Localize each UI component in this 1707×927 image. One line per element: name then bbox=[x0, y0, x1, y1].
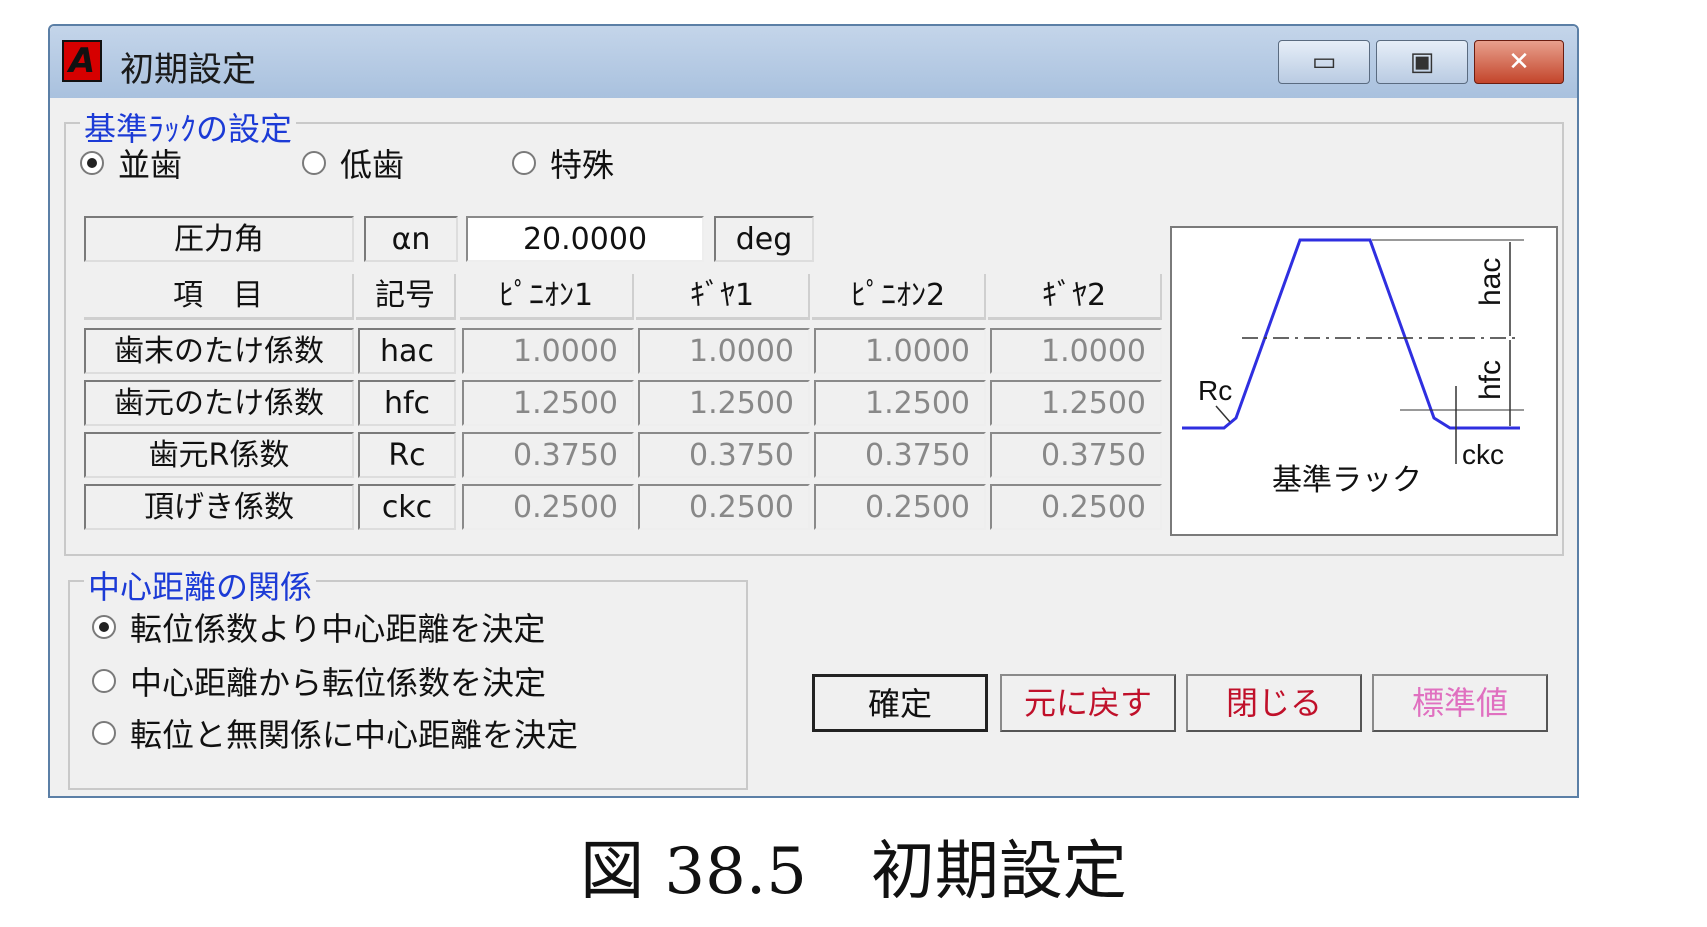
input-rc-gear1[interactable]: 0.3750 bbox=[638, 432, 810, 478]
header-gear1: ｷﾞﾔ1 bbox=[636, 274, 810, 320]
header-pinion1: ﾋﾟﾆｵﾝ1 bbox=[460, 274, 634, 320]
confirm-button[interactable]: 確定 bbox=[812, 674, 988, 732]
input-hfc-pinion1[interactable]: 1.2500 bbox=[462, 380, 634, 426]
pressure-angle-symbol: αn bbox=[364, 216, 458, 262]
label-rc: Rc bbox=[1198, 375, 1232, 406]
radio-unselected-icon bbox=[92, 721, 116, 745]
pressure-angle-unit: deg bbox=[714, 216, 814, 262]
input-hfc-pinion2[interactable]: 1.2500 bbox=[814, 380, 986, 426]
row-label-addendum: 歯末のたけ係数 bbox=[84, 328, 354, 374]
label-ckc: ckc bbox=[1462, 439, 1504, 470]
input-ckc-gear1[interactable]: 0.2500 bbox=[638, 484, 810, 530]
minimize-button[interactable]: ▭ bbox=[1278, 40, 1370, 84]
pressure-angle-input[interactable]: 20.0000 bbox=[466, 216, 704, 262]
input-ckc-pinion1[interactable]: 0.2500 bbox=[462, 484, 634, 530]
rack-tooth-profile bbox=[1182, 238, 1520, 430]
basic-rack-diagram: hac hfc Rc ckc 基準ラック bbox=[1170, 226, 1558, 536]
radio-unselected-icon bbox=[302, 151, 326, 175]
header-gear2: ｷﾞﾔ2 bbox=[988, 274, 1162, 320]
radio-normal-tooth[interactable]: 並歯 bbox=[80, 140, 182, 186]
center-distance-group: 中心距離の関係 転位係数より中心距離を決定 中心距離から転位係数を決定 転位と無… bbox=[68, 562, 748, 790]
radio-label: 特殊 bbox=[550, 146, 615, 184]
dialog-window: A 初期設定 ▭ ▣ ✕ 基準ﾗｯｸの設定 並歯 低歯 特殊 圧力角 αn 20… bbox=[48, 24, 1579, 798]
input-rc-pinion2[interactable]: 0.3750 bbox=[814, 432, 986, 478]
radio-label: 転位と無関係に中心距離を決定 bbox=[130, 716, 579, 754]
pressure-angle-label: 圧力角 bbox=[84, 216, 354, 262]
row-symbol-hfc: hfc bbox=[358, 380, 456, 426]
radio-selected-icon bbox=[80, 151, 104, 175]
radio-low-tooth[interactable]: 低歯 bbox=[302, 140, 404, 186]
row-symbol-ckc: ckc bbox=[358, 484, 456, 530]
radio-unselected-icon bbox=[92, 669, 116, 693]
row-label-root-radius: 歯元R係数 bbox=[84, 432, 354, 478]
row-label-clearance: 頂げき係数 bbox=[84, 484, 354, 530]
input-hac-pinion1[interactable]: 1.0000 bbox=[462, 328, 634, 374]
radio-special[interactable]: 特殊 bbox=[512, 140, 614, 186]
input-rc-gear2[interactable]: 0.3750 bbox=[990, 432, 1162, 478]
input-hac-pinion2[interactable]: 1.0000 bbox=[814, 328, 986, 374]
label-hac: hac bbox=[1474, 258, 1507, 306]
radio-selected-icon bbox=[92, 615, 116, 639]
center-distance-title: 中心距離の関係 bbox=[84, 562, 317, 608]
radio-label: 中心距離から転位係数を決定 bbox=[130, 664, 547, 702]
app-logo-icon: A bbox=[62, 40, 102, 82]
standard-value-button[interactable]: 標準値 bbox=[1372, 674, 1548, 732]
input-ckc-gear2[interactable]: 0.2500 bbox=[990, 484, 1162, 530]
close-button[interactable]: 閉じる bbox=[1186, 674, 1362, 732]
rc-leader-line bbox=[1215, 405, 1231, 423]
radio-label: 並歯 bbox=[118, 146, 183, 184]
close-window-button[interactable]: ✕ bbox=[1474, 40, 1564, 84]
window-title: 初期設定 bbox=[120, 50, 256, 90]
radio-from-shift-coefficient[interactable]: 転位係数より中心距離を決定 bbox=[92, 604, 545, 650]
row-label-dedendum: 歯元のたけ係数 bbox=[84, 380, 354, 426]
maximize-button[interactable]: ▣ bbox=[1376, 40, 1468, 84]
rack-profile-svg: hac hfc Rc ckc 基準ラック bbox=[1182, 238, 1524, 498]
input-rc-pinion1[interactable]: 0.3750 bbox=[462, 432, 634, 478]
input-hfc-gear2[interactable]: 1.2500 bbox=[990, 380, 1162, 426]
row-symbol-rc: Rc bbox=[358, 432, 456, 478]
label-hfc: hfc bbox=[1474, 360, 1507, 400]
diagram-caption: 基準ラック bbox=[1272, 463, 1422, 498]
row-symbol-hac: hac bbox=[358, 328, 456, 374]
header-symbol: 記号 bbox=[356, 274, 456, 320]
input-ckc-pinion2[interactable]: 0.2500 bbox=[814, 484, 986, 530]
header-pinion2: ﾋﾟﾆｵﾝ2 bbox=[812, 274, 986, 320]
radio-independent[interactable]: 転位と無関係に中心距離を決定 bbox=[92, 710, 578, 756]
radio-label: 転位係数より中心距離を決定 bbox=[130, 610, 546, 648]
radio-label: 低歯 bbox=[340, 146, 405, 184]
figure-caption: 図 38.5 初期設定 bbox=[580, 835, 1127, 909]
title-bar[interactable]: A 初期設定 ▭ ▣ ✕ bbox=[50, 26, 1577, 98]
header-item: 項 目 bbox=[84, 274, 354, 320]
input-hac-gear2[interactable]: 1.0000 bbox=[990, 328, 1162, 374]
revert-button[interactable]: 元に戻す bbox=[1000, 674, 1176, 732]
input-hac-gear1[interactable]: 1.0000 bbox=[638, 328, 810, 374]
radio-from-center-distance[interactable]: 中心距離から転位係数を決定 bbox=[92, 658, 546, 704]
radio-unselected-icon bbox=[512, 151, 536, 175]
input-hfc-gear1[interactable]: 1.2500 bbox=[638, 380, 810, 426]
